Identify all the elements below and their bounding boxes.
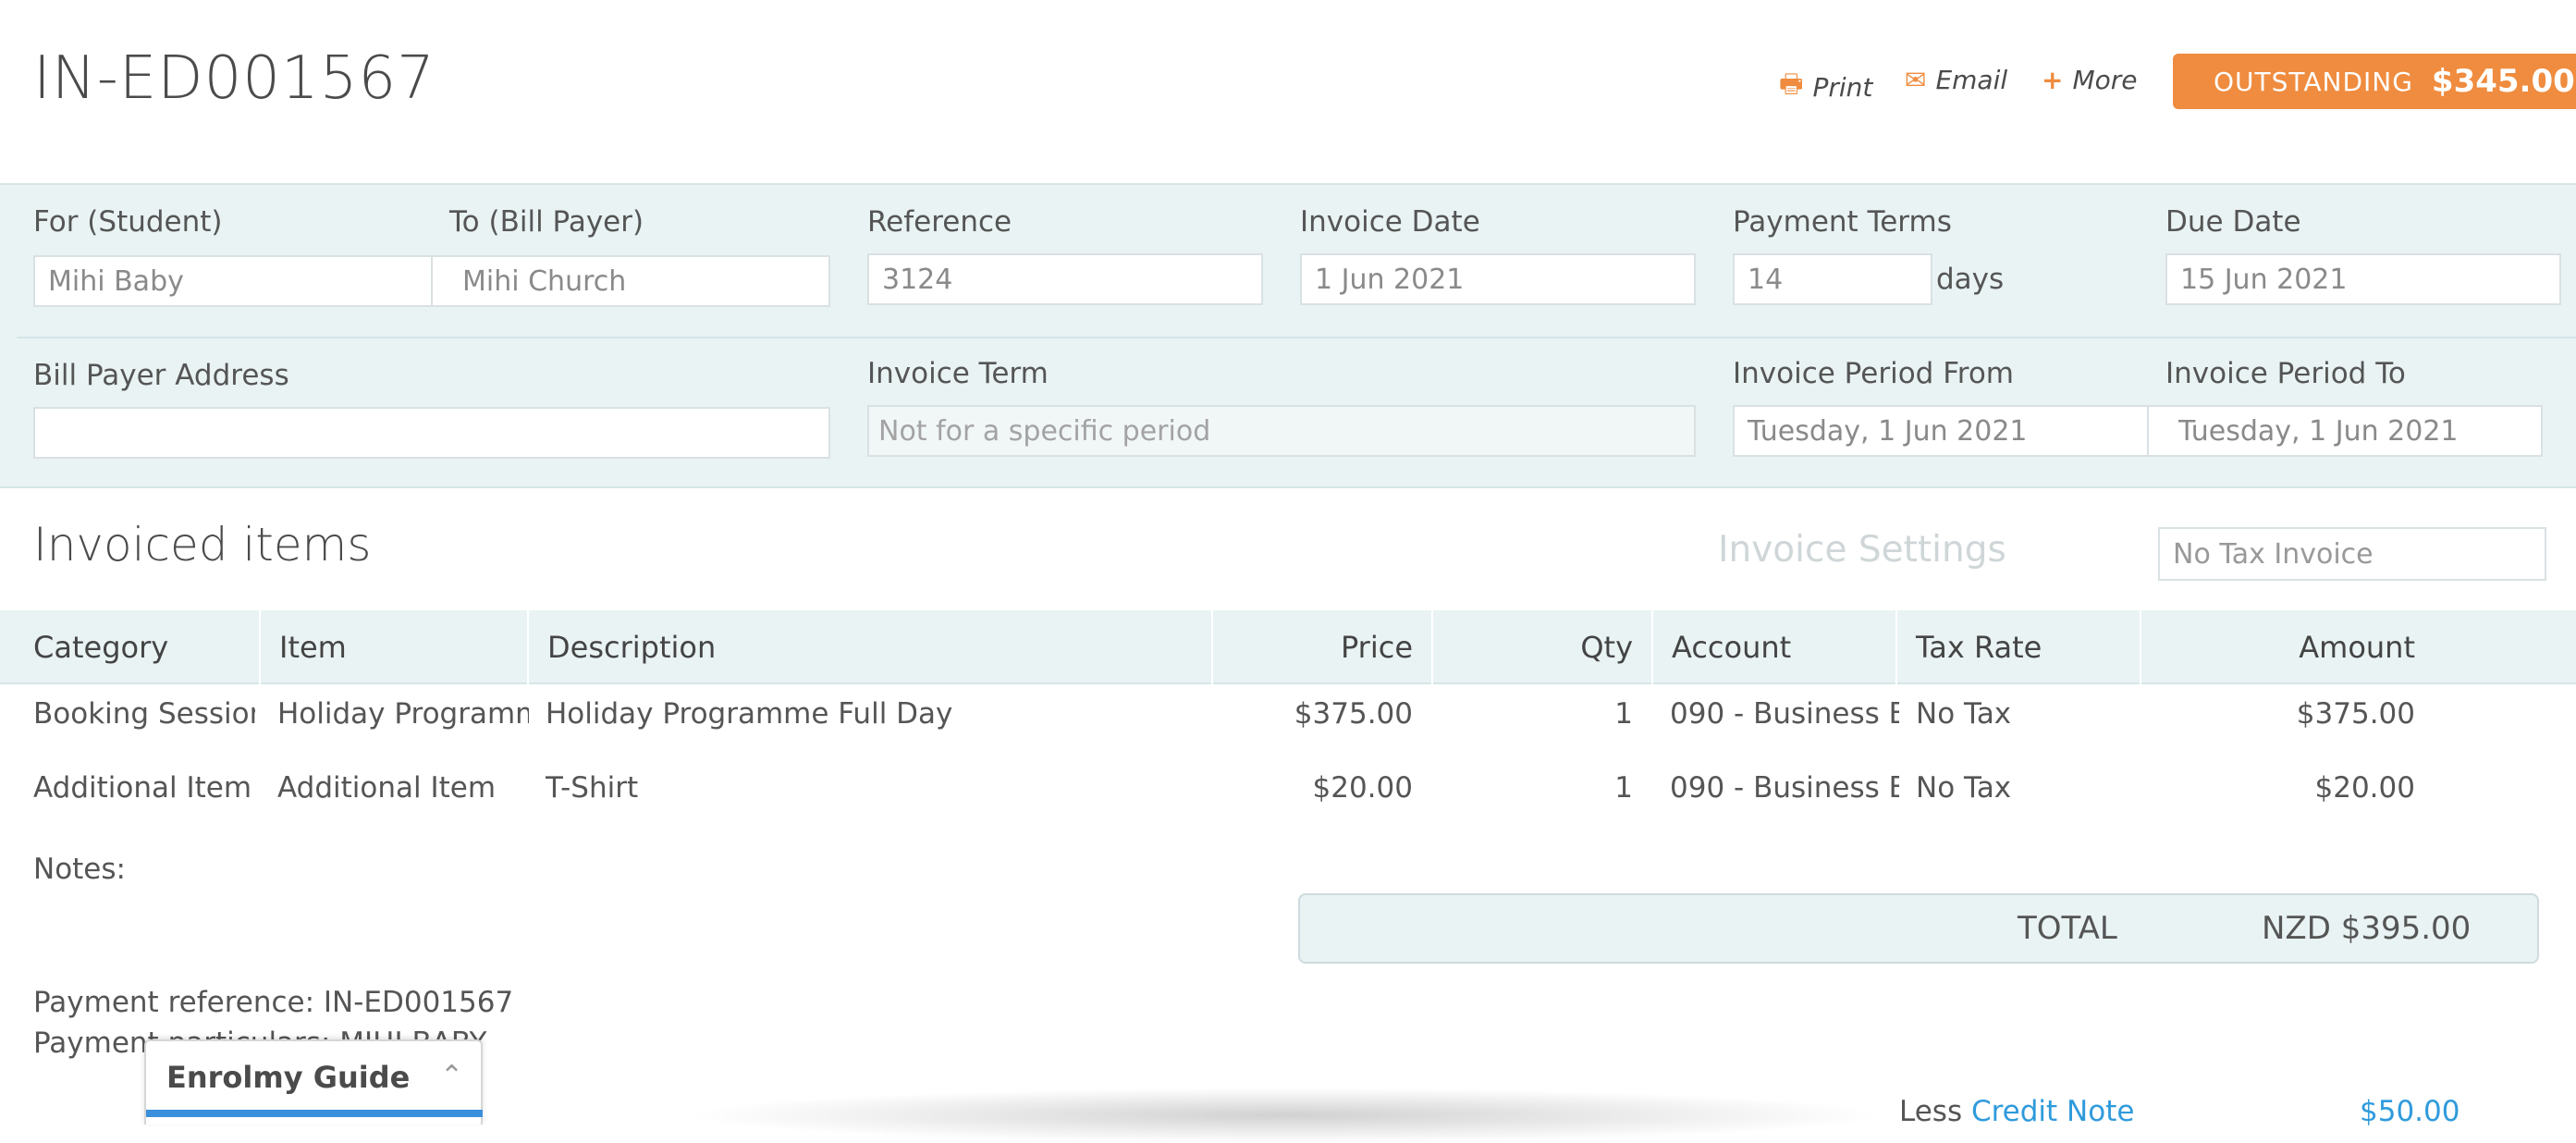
chevron-up-icon[interactable]: ⌃ (440, 1060, 463, 1092)
col-separator (1651, 610, 1653, 684)
col-separator (2140, 610, 2141, 684)
row2-tax-rate: No Tax (1916, 771, 2012, 805)
payment-terms-label: Payment Terms (1733, 205, 1952, 239)
col-description: Description (547, 630, 717, 665)
invoice-date-label: Invoice Date (1300, 205, 1480, 239)
printer-icon: 🖶 (1779, 68, 1804, 99)
invoice-settings-label: Invoice Settings (1718, 529, 2006, 571)
row1-description: Holiday Programme Full Day (546, 697, 953, 731)
row1-category: Booking Session (33, 697, 255, 731)
student-label: For (Student) (33, 205, 223, 239)
payment-reference: Payment reference: IN-ED001567 (33, 986, 514, 1019)
credit-note-link[interactable]: Credit Note (1971, 1095, 2134, 1128)
period-to-field[interactable]: Tuesday, 1 Jun 2021 (2147, 405, 2543, 457)
col-category: Category (33, 630, 169, 665)
less-label: Less (1899, 1095, 1963, 1128)
envelope-icon: ✉ (1905, 65, 1927, 95)
address-field[interactable] (33, 407, 830, 459)
payment-terms-unit: days (1936, 263, 2005, 296)
invoice-term-select[interactable]: Not for a specific period (867, 405, 1696, 457)
col-separator (527, 610, 529, 684)
col-amount: Amount (2299, 630, 2415, 665)
due-date-field[interactable]: 15 Jun 2021 (2165, 253, 2561, 305)
email-button[interactable]: ✉ Email (1905, 65, 2007, 95)
col-tax-rate: Tax Rate (1916, 630, 2042, 665)
invoice-number-title: IN-ED001567 (33, 44, 435, 113)
reference-field[interactable]: 3124 (867, 253, 1263, 305)
period-from-field[interactable]: Tuesday, 1 Jun 2021 (1733, 405, 2149, 457)
outstanding-badge[interactable]: OUTSTANDING $345.00 (2173, 54, 2576, 109)
row2-account: 090 - Business Bank (1670, 771, 1899, 805)
row2-category: Additional Item (33, 771, 252, 805)
popup-shadow (684, 1088, 1886, 1143)
billpayer-label: To (Bill Payer) (449, 205, 644, 239)
row1-account: 090 - Business Bank (1670, 697, 1899, 731)
tax-invoice-select[interactable]: No Tax Invoice (2158, 527, 2546, 581)
row2-amount: $20.00 (2314, 771, 2415, 805)
row2-description: T-Shirt (546, 771, 639, 805)
col-price: Price (1340, 630, 1413, 665)
payment-terms-field[interactable]: 14 (1733, 253, 1932, 305)
col-separator (259, 610, 261, 684)
notes-label: Notes: (33, 853, 126, 886)
address-label: Bill Payer Address (33, 359, 289, 392)
print-button[interactable]: 🖶 Print (1779, 65, 1872, 109)
plus-icon: + (2042, 65, 2064, 95)
credit-note-amount[interactable]: $50.00 (2360, 1095, 2459, 1128)
more-label: More (2072, 65, 2138, 95)
col-item: Item (279, 630, 347, 665)
row1-item: Holiday Programme (277, 697, 529, 731)
more-button[interactable]: + More (2042, 65, 2138, 95)
enrolmy-guide-widget[interactable]: Enrolmy Guide ⌃ (144, 1039, 483, 1125)
col-account: Account (1672, 630, 1792, 665)
col-separator (1431, 610, 1433, 684)
row2-price: $20.00 (1312, 771, 1413, 805)
invoice-term-label: Invoice Term (867, 357, 1049, 390)
outstanding-label: OUTSTANDING (2214, 66, 2413, 97)
guide-title: Enrolmy Guide (166, 1060, 411, 1095)
col-separator (1211, 610, 1213, 684)
row1-qty: 1 (1614, 697, 1633, 731)
period-to-label: Invoice Period To (2165, 357, 2406, 390)
col-separator (1895, 610, 1897, 684)
total-value: NZD $395.00 (2262, 910, 2472, 947)
due-date-label: Due Date (2165, 205, 2301, 239)
total-label: TOTAL (2018, 910, 2117, 947)
period-from-label: Invoice Period From (1733, 357, 2015, 390)
row1-price: $375.00 (1294, 697, 1413, 731)
outstanding-amount: $345.00 (2431, 63, 2575, 100)
invoice-date-field[interactable]: 1 Jun 2021 (1300, 253, 1696, 305)
details-divider (17, 337, 2576, 338)
col-qty: Qty (1580, 630, 1633, 665)
invoiced-items-heading: Invoiced items (33, 518, 372, 572)
row2-item: Additional Item (277, 771, 497, 805)
credit-note-row: Less Credit Note (1899, 1095, 2134, 1128)
billpayer-field[interactable]: Mihi Church (431, 255, 830, 307)
row1-tax-rate: No Tax (1916, 697, 2012, 731)
guide-accent-bar (146, 1110, 483, 1117)
row1-amount: $375.00 (2296, 697, 2415, 731)
print-label: Print (1812, 71, 1873, 103)
row2-qty: 1 (1614, 771, 1633, 805)
email-label: Email (1935, 65, 2008, 95)
reference-label: Reference (867, 205, 1012, 239)
student-field[interactable]: Mihi Baby (33, 255, 435, 307)
